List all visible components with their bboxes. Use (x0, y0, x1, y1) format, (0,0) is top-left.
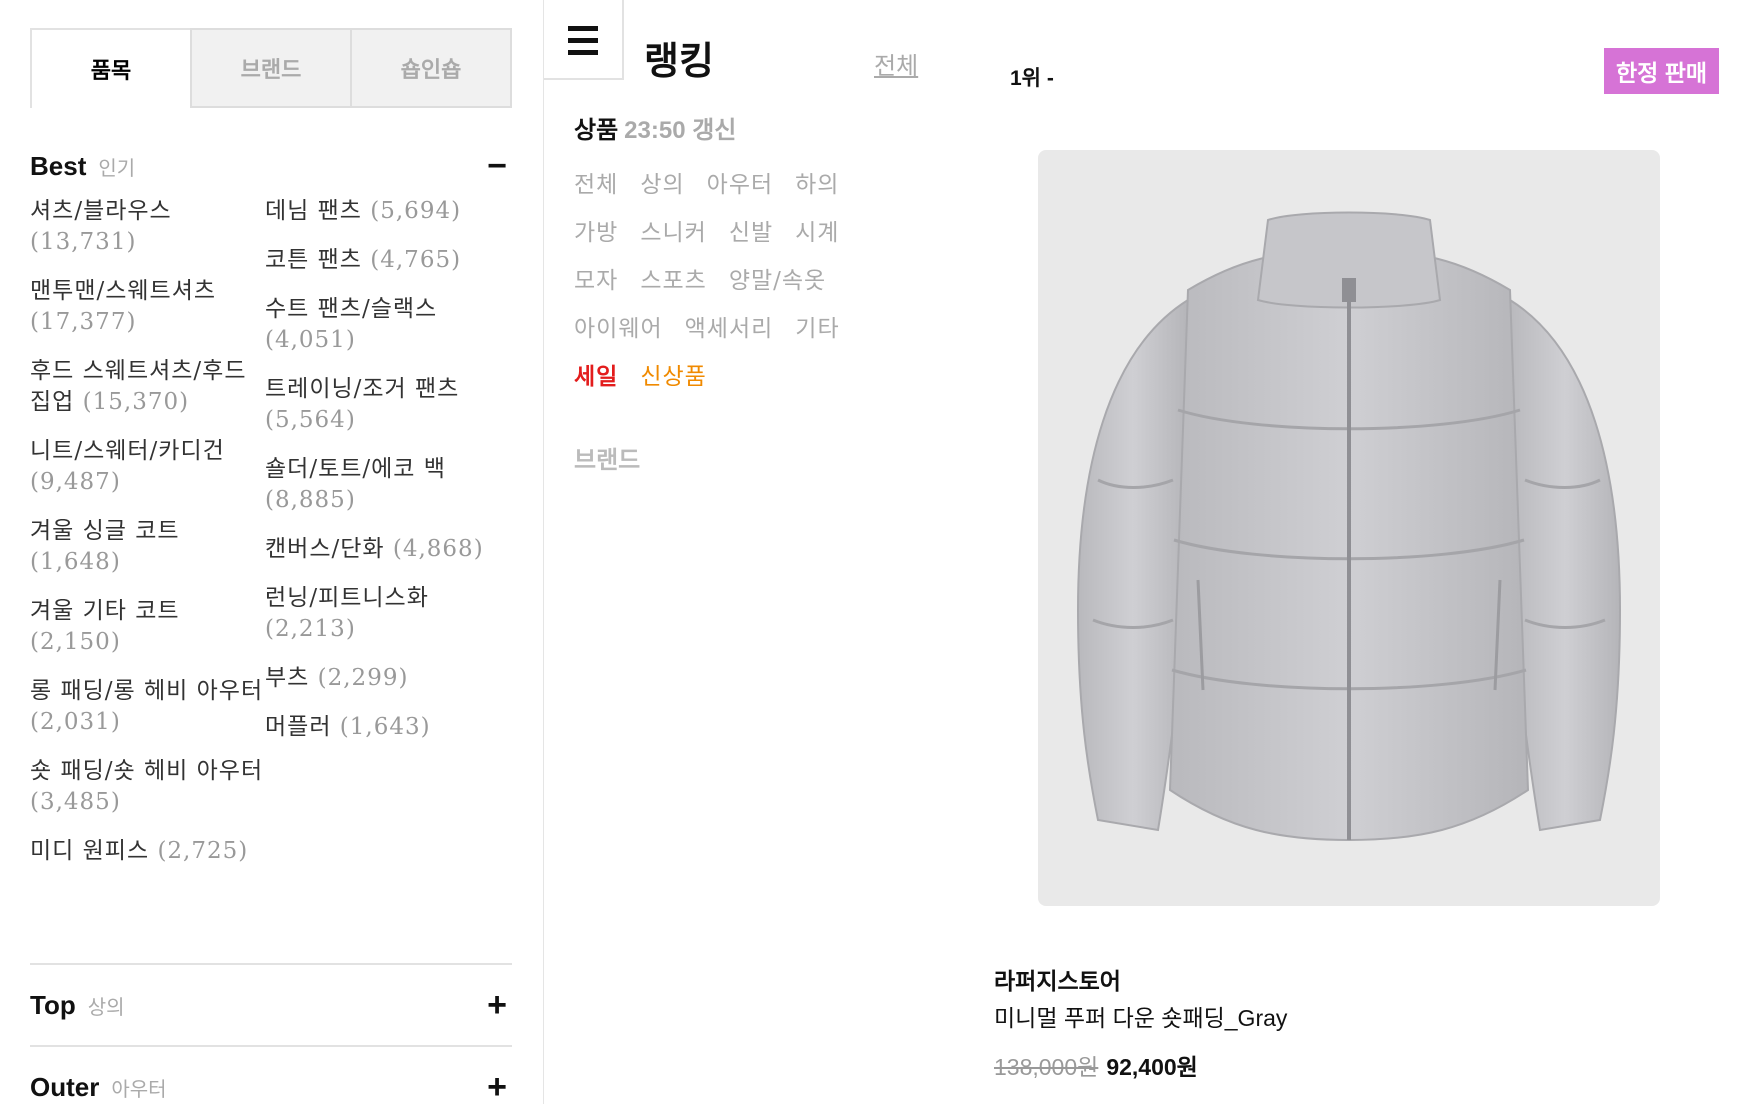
category-item[interactable]: 트레이닝/조거 팬츠 (5,564) (265, 374, 505, 436)
category-item[interactable]: 겨울 싱글 코트 (1,648) (30, 516, 270, 578)
expand-icon[interactable]: + (482, 988, 512, 1022)
filter-row: 세일 신상품 (574, 357, 707, 391)
category-item[interactable]: 머플러 (1,643) (265, 712, 505, 743)
product-name[interactable]: 미니멀 푸퍼 다운 숏패딩_Gray (994, 999, 1287, 1033)
best-title: Best (30, 150, 87, 181)
filter-item[interactable]: 스포츠 (640, 261, 706, 295)
section-divider (30, 963, 512, 965)
filter-item[interactable]: 시계 (795, 213, 839, 247)
tab-items[interactable]: 품목 (30, 28, 192, 108)
filter-item[interactable]: 아이웨어 (574, 309, 663, 343)
update-time: 23:50 갱신 (624, 117, 737, 144)
ranking-all-link[interactable]: 전체 (874, 46, 918, 81)
outer-section-header[interactable]: Outer 아우터 + (30, 1067, 512, 1104)
category-item[interactable]: 미디 원피스 (2,725) (30, 836, 270, 867)
filter-item[interactable]: 아우터 (707, 165, 773, 199)
outer-title: Outer (30, 1071, 100, 1102)
product-panel: 1위 - 한정 판매 라퍼지스토어 미니멀 푸퍼 다운 숏패딩_Gray 138… (944, 0, 1744, 1104)
hamburger-menu-button[interactable] (544, 0, 624, 80)
category-item[interactable]: 캔버스/단화 (4,868) (265, 534, 505, 565)
category-item[interactable]: 숄더/토트/에코 백 (8,885) (265, 454, 505, 516)
price-row: 138,000원 92,400원 (994, 1048, 1198, 1082)
ranking-title: 랭킹 (644, 41, 714, 83)
product-image[interactable] (1038, 150, 1660, 906)
category-item[interactable]: 롱 패딩/롱 헤비 아우터 (2,031) (30, 676, 270, 738)
category-item[interactable]: 겨울 기타 코트 (2,150) (30, 596, 270, 658)
top-section-header[interactable]: Top 상의 + (30, 985, 512, 1025)
limited-sale-badge[interactable]: 한정 판매 (1604, 48, 1719, 94)
filter-item[interactable]: 가방 (574, 213, 618, 247)
filter-new[interactable]: 신상품 (640, 357, 706, 391)
product-label: 상품 (574, 117, 619, 144)
category-item[interactable]: 런닝/피트니스화 (2,213) (265, 583, 505, 645)
filter-item[interactable]: 스니커 (640, 213, 706, 247)
section-divider (30, 1045, 512, 1047)
filter-sale[interactable]: 세일 (574, 357, 618, 391)
filter-item[interactable]: 하의 (795, 165, 839, 199)
category-item[interactable]: 니트/스웨터/카디건 (9,487) (30, 436, 270, 498)
category-item[interactable]: 후드 스웨트셔츠/후드 집업 (15,370) (30, 356, 270, 418)
filter-item[interactable]: 액세서리 (685, 309, 774, 343)
best-column-2: 데님 팬츠 (5,694) 코튼 팬츠 (4,765) 수트 팬츠/슬랙스 (4… (265, 196, 505, 761)
ranking-panel: 랭킹 전체 상품 23:50 갱신 전체 상의 아우터 하의 가방 스니커 신발 … (544, 0, 944, 1104)
category-item[interactable]: 데님 팬츠 (5,694) (265, 196, 505, 227)
filter-item[interactable]: 모자 (574, 261, 618, 295)
puffer-jacket-image (1076, 211, 1622, 842)
brand-ranking-link[interactable]: 브랜드 (574, 440, 640, 475)
rank-number: 1위 - (1010, 67, 1054, 90)
expand-icon[interactable]: + (482, 1070, 512, 1104)
category-item[interactable]: 맨투맨/스웨트셔츠 (17,377) (30, 276, 270, 338)
collapse-icon[interactable]: − (482, 149, 512, 183)
filter-item[interactable]: 양말/속옷 (729, 261, 826, 295)
product-ranking-header: 상품 23:50 갱신 (574, 110, 736, 145)
category-item[interactable]: 수트 팬츠/슬랙스 (4,051) (265, 294, 505, 356)
original-price: 138,000원 (994, 1054, 1099, 1080)
best-subtitle: 인기 (98, 155, 136, 180)
tab-brands[interactable]: 브랜드 (190, 28, 352, 108)
filter-item[interactable]: 상의 (640, 165, 684, 199)
best-column-1: 셔츠/블라우스 (13,731) 맨투맨/스웨트셔츠 (17,377) 후드 스… (30, 196, 270, 885)
product-brand[interactable]: 라퍼지스토어 (994, 962, 1121, 996)
sale-price: 92,400원 (1106, 1054, 1198, 1080)
best-section-header[interactable]: Best 인기 − (30, 146, 512, 186)
category-item[interactable]: 숏 패딩/숏 헤비 아우터 (3,485) (30, 756, 270, 818)
category-sidebar: 품목 브랜드 숍인숍 Best 인기 − 셔츠/블라우스 (13,731) 맨투… (0, 0, 544, 1104)
top-title: Top (30, 989, 76, 1020)
filter-item[interactable]: 기타 (795, 309, 839, 343)
filter-item[interactable]: 신발 (729, 213, 773, 247)
category-item[interactable]: 코튼 팬츠 (4,765) (265, 245, 505, 276)
filter-item[interactable]: 전체 (574, 165, 618, 199)
filter-row: 아이웨어 액세서리 기타 (574, 309, 840, 343)
filter-row: 모자 스포츠 양말/속옷 (574, 261, 826, 295)
tab-shop-in-shop[interactable]: 숍인숍 (350, 28, 512, 108)
category-tabs: 품목 브랜드 숍인숍 (30, 28, 512, 108)
filter-row: 전체 상의 아우터 하의 (574, 165, 839, 199)
filter-row: 가방 스니커 신발 시계 (574, 213, 839, 247)
category-item[interactable]: 셔츠/블라우스 (13,731) (30, 196, 270, 258)
hamburger-icon (568, 26, 598, 62)
outer-subtitle: 아우터 (111, 1076, 167, 1101)
top-subtitle: 상의 (87, 994, 125, 1019)
category-item[interactable]: 부츠 (2,299) (265, 663, 505, 694)
